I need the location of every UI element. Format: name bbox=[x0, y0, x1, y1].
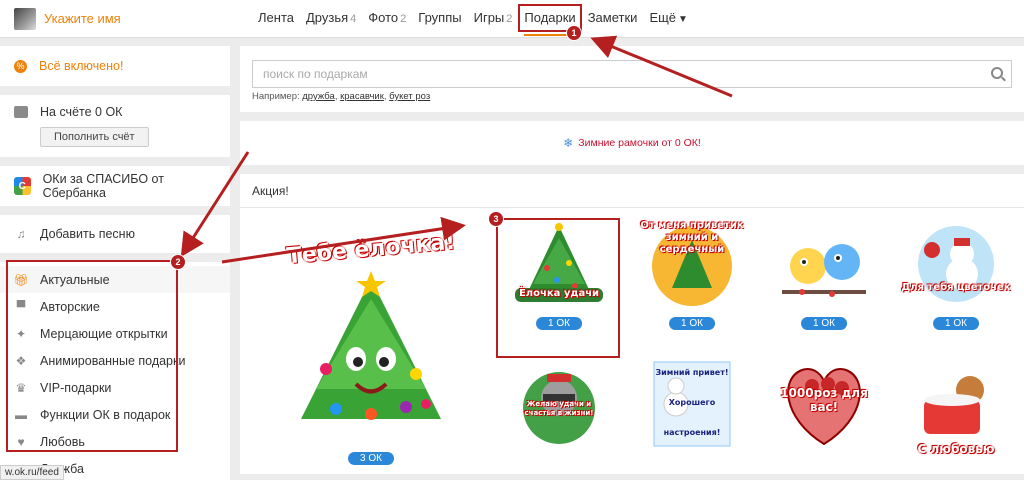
nav-label: Лента bbox=[258, 10, 294, 25]
price-badge[interactable]: 1 ОК bbox=[933, 317, 979, 330]
nav-label: Ещё bbox=[649, 10, 677, 25]
gift-caption: Зимний привет! Хорошего настроения! bbox=[655, 368, 729, 437]
price-badge[interactable]: 3 ОК bbox=[348, 452, 394, 465]
gift-item[interactable]: От меня приветик зимний и сердечный 1 ОК bbox=[632, 216, 752, 334]
birds-image bbox=[782, 244, 866, 297]
search-input[interactable]: поиск по подаркам bbox=[252, 60, 1012, 88]
hint-example[interactable]: красавчик bbox=[340, 91, 384, 102]
gifts-section: Акция! Тебе ёлочка! 3 ОК Ёлочка удачи 1 … bbox=[240, 174, 1024, 474]
price-badge[interactable]: 1 ОК bbox=[669, 317, 715, 330]
balance-text: На счёте 0 ОК bbox=[40, 105, 123, 119]
song-card: ♫ Добавить песню bbox=[0, 215, 230, 253]
nav-label: Заметки bbox=[587, 10, 638, 25]
nav-label: Друзья bbox=[305, 10, 349, 25]
annotation-box-gift bbox=[496, 218, 620, 358]
gift-caption: Желаю удачи и счастья в жизни! bbox=[524, 400, 594, 417]
wallet-icon bbox=[14, 106, 28, 118]
all-included-card: % Всё включено! bbox=[0, 46, 230, 86]
nav-label: Подарки bbox=[524, 10, 576, 25]
section-title: Акция! bbox=[240, 174, 1024, 208]
status-bar-url: w.ok.ru/feed bbox=[0, 465, 64, 480]
nav-more[interactable]: Ещё ▼ bbox=[643, 0, 694, 38]
sber-card: C ОКи за СПАСИБО от Сбербанка bbox=[0, 166, 230, 206]
hint-example[interactable]: букет роз bbox=[389, 91, 430, 102]
all-included-label: Всё включено! bbox=[39, 59, 124, 73]
nav-label: Игры bbox=[473, 10, 505, 25]
gift-caption: С любовью bbox=[917, 442, 995, 456]
main-content: поиск по подаркам Например: дружба, крас… bbox=[240, 46, 1024, 474]
avatar[interactable] bbox=[14, 8, 36, 30]
nav-count: 2 bbox=[506, 13, 513, 25]
snowman-flower-image bbox=[918, 226, 994, 302]
top-bar: Укажите имя Лента Друзья 4 Фото 2 Группы И… bbox=[0, 0, 1024, 38]
nav-groups[interactable]: Группы bbox=[412, 0, 467, 38]
price-badge[interactable]: 1 ОК bbox=[801, 317, 847, 330]
gingerbread-image bbox=[924, 376, 984, 434]
nav-notes[interactable]: Заметки bbox=[582, 0, 644, 38]
nav-photos[interactable]: Фото 2 bbox=[362, 0, 412, 38]
all-included-link[interactable]: % Всё включено! bbox=[0, 46, 230, 86]
gift-item[interactable]: Желаю удачи и счастья в жизни! bbox=[499, 356, 619, 474]
music-note-icon: ♫ bbox=[16, 227, 26, 241]
hint-prefix: Например: bbox=[252, 91, 300, 102]
sber-logo-icon: C bbox=[14, 177, 31, 195]
add-song-link[interactable]: ♫ Добавить песню bbox=[0, 215, 230, 253]
gift-caption: 1000роз для вас! bbox=[780, 386, 868, 414]
gift-item[interactable]: 1 ОК bbox=[764, 216, 884, 334]
promo-text: Зимние рамочки от 0 ОК! bbox=[578, 137, 701, 149]
search-icon[interactable] bbox=[991, 67, 1003, 79]
nav-games[interactable]: Игры 2 bbox=[468, 0, 519, 38]
hint-example[interactable]: дружба bbox=[302, 91, 335, 102]
annotation-badge-2: 2 bbox=[170, 254, 186, 270]
gift-item[interactable]: Зимний привет! Хорошего настроения! bbox=[632, 356, 752, 474]
nav-label: Группы bbox=[418, 10, 462, 25]
balance-card: На счёте 0 ОК Пополнить счёт bbox=[0, 95, 230, 157]
gift-caption: Для тебя цветочек bbox=[901, 282, 1011, 293]
gift-item[interactable]: 1000роз для вас! bbox=[764, 356, 884, 474]
main-nav: Лента Друзья 4 Фото 2 Группы Игры 2 Подарки… bbox=[252, 0, 694, 38]
gift-caption: От меня приветик зимний и сердечный bbox=[640, 220, 744, 255]
nav-friends[interactable]: Друзья 4 bbox=[300, 0, 362, 38]
promo-banner[interactable]: ❄ Зимние рамочки от 0 ОК! bbox=[240, 121, 1024, 165]
annotation-box-categories bbox=[6, 260, 178, 452]
search-card: поиск по подаркам Например: дружба, крас… bbox=[240, 46, 1024, 112]
nav-feed[interactable]: Лента bbox=[252, 0, 300, 38]
topup-button[interactable]: Пополнить счёт bbox=[40, 127, 149, 147]
sber-link[interactable]: C ОКи за СПАСИБО от Сбербанка bbox=[0, 166, 230, 206]
annotation-badge-3: 3 bbox=[488, 211, 504, 227]
percent-icon: % bbox=[14, 59, 27, 73]
snowflake-icon: ❄ bbox=[563, 136, 574, 150]
featured-gift[interactable]: Тебе ёлочка! 3 ОК bbox=[276, 219, 466, 465]
sber-label: ОКи за СПАСИБО от Сбербанка bbox=[42, 172, 164, 200]
nav-label: Фото bbox=[368, 10, 399, 25]
chevron-down-icon: ▼ bbox=[678, 14, 688, 25]
gift-item[interactable]: Для тебя цветочек 1 ОК bbox=[896, 216, 1016, 334]
username-link[interactable]: Укажите имя bbox=[44, 11, 121, 26]
search-hint: Например: дружба, красавчик, букет роз bbox=[252, 91, 431, 102]
nav-count: 4 bbox=[350, 13, 357, 25]
add-song-label: Добавить песню bbox=[40, 227, 135, 241]
search-placeholder: поиск по подаркам bbox=[263, 67, 368, 81]
gift-item[interactable]: С любовью bbox=[896, 356, 1016, 474]
annotation-badge-1: 1 bbox=[566, 25, 582, 41]
nav-count: 2 bbox=[400, 13, 407, 25]
